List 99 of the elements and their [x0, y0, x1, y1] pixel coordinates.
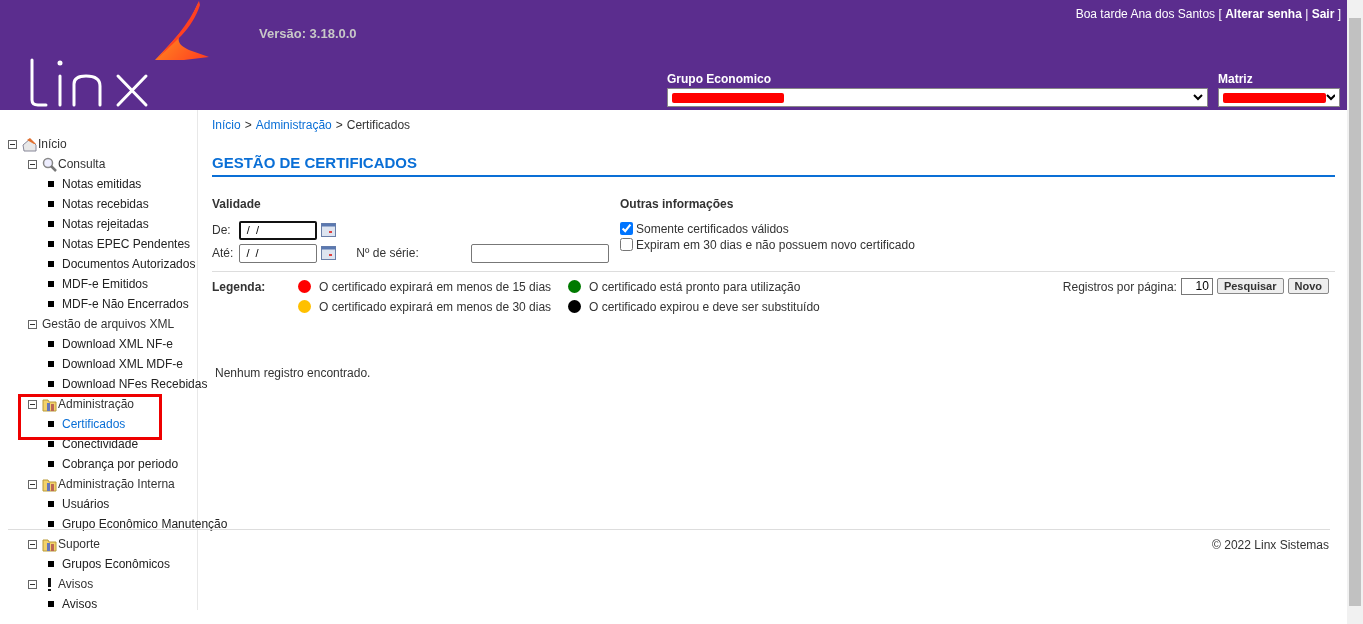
action-button[interactable]: Novo — [1287, 277, 1329, 294]
serial-number-field[interactable] — [470, 243, 609, 263]
bullet-icon — [48, 501, 54, 507]
tree-group-label[interactable]: Início — [38, 135, 67, 153]
page-title: GESTÃO DE CERTIFICADOS — [212, 152, 1335, 177]
collapse-toggle[interactable] — [28, 319, 37, 329]
folder-icon — [42, 536, 57, 552]
calendar-icon[interactable] — [320, 223, 336, 237]
checkbox[interactable] — [620, 222, 633, 235]
field-label: Nº de série: — [356, 245, 419, 262]
tree-item[interactable]: Notas rejeitadas — [62, 215, 149, 233]
page-size-label: Registros por página: — [1062, 278, 1177, 296]
tree-item[interactable]: MDF-e Emitidos — [62, 275, 148, 293]
page-size-field[interactable]: 10 — [1180, 277, 1213, 295]
folder-icon — [42, 396, 57, 412]
bullet-icon — [48, 461, 54, 467]
section-heading: Validade — [212, 195, 262, 213]
breadcrumb-link[interactable]: Início — [212, 118, 241, 132]
chevron-icon — [1193, 94, 1203, 101]
tree-group-label[interactable]: Consulta — [58, 155, 106, 173]
separator-text: | — [1304, 7, 1310, 21]
scrollbar-thumb[interactable] — [1349, 18, 1361, 606]
legend-label: Legenda: — [212, 278, 267, 296]
search-icon — [42, 156, 57, 172]
collapse-toggle[interactable] — [28, 159, 37, 169]
bullet-icon — [48, 601, 54, 607]
tree-item[interactable]: Notas recebidas — [62, 195, 149, 213]
date-field[interactable]: / / — [239, 243, 318, 263]
folder-icon — [42, 476, 57, 492]
tree-item[interactable]: Download XML NF-e — [62, 335, 173, 353]
bullet-icon — [48, 341, 54, 347]
bullet-icon — [48, 441, 54, 447]
bullet-icon — [48, 361, 54, 367]
tree-item[interactable]: Usuários — [62, 495, 110, 513]
tree-group-label[interactable]: Suporte — [58, 535, 101, 553]
select-label: Grupo Economico — [667, 71, 772, 88]
tree-item[interactable]: Grupos Econômicos — [62, 555, 171, 573]
checkbox-label: Somente certificados válidos — [636, 220, 789, 238]
header-link[interactable]: Alterar senha — [1225, 7, 1302, 21]
bracket-text: ] — [1336, 7, 1341, 21]
tree-group-label[interactable]: Gestão de arquivos XML — [42, 315, 175, 333]
footer-text: © 2022 Linx Sistemas — [1212, 537, 1329, 554]
tree-item[interactable]: MDF-e Não Encerrados — [62, 295, 189, 313]
collapse-toggle[interactable] — [28, 579, 37, 589]
date-field[interactable]: / / — [238, 220, 317, 240]
bullet-icon — [48, 381, 54, 387]
breadcrumb-link[interactable]: Administração — [255, 118, 332, 132]
select-field[interactable] — [1218, 88, 1340, 107]
field-label: De: — [212, 222, 231, 239]
bullet-icon — [48, 181, 54, 187]
legend-text: O certificado está pronto para utilização — [589, 278, 801, 296]
bullet-icon — [48, 561, 54, 567]
select-label: Matriz — [1218, 71, 1254, 88]
breadcrumb-separator: > — [244, 118, 252, 132]
tree-item[interactable]: Notas emitidas — [62, 175, 142, 193]
tree-group-label[interactable]: Administração — [58, 395, 135, 413]
bullet-icon — [48, 281, 54, 287]
bullet-icon — [48, 521, 54, 527]
checkbox-label: Expiram em 30 dias e não possuem novo certificado — [636, 236, 915, 254]
action-button[interactable]: Pesquisar — [1216, 277, 1284, 294]
legend-text: O certificado expirará em menos de 15 dias — [319, 278, 552, 296]
collapse-toggle[interactable] — [28, 479, 37, 489]
section-heading: Outras informações — [620, 195, 735, 213]
greeting-text: Boa tarde Ana dos Santos — [1075, 7, 1217, 21]
collapse-toggle[interactable] — [28, 399, 37, 409]
tree-group-label[interactable]: Avisos — [58, 575, 94, 593]
house-icon — [22, 136, 37, 152]
calendar-icon[interactable] — [321, 246, 337, 260]
select-field[interactable] — [667, 88, 1208, 107]
tree-item[interactable]: Documentos Autorizados — [62, 255, 196, 273]
bullet-icon — [48, 301, 54, 307]
legend-text: O certificado expirou e deve ser substituído — [589, 298, 820, 316]
bullet-icon — [48, 221, 54, 227]
field-label: Até: — [212, 245, 234, 262]
chevron-icon — [1325, 94, 1335, 101]
tree-item[interactable]: Notas EPEC Pendentes — [62, 235, 191, 253]
collapse-toggle[interactable] — [28, 539, 37, 549]
tree-item[interactable]: Avisos — [62, 595, 98, 613]
bullet-icon — [48, 421, 54, 427]
bullet-icon — [48, 261, 54, 267]
tree-item[interactable]: Grupo Econômico Manutenção — [62, 515, 228, 533]
header-link[interactable]: Sair — [1311, 7, 1335, 21]
tree-group-label[interactable]: Administração Interna — [58, 475, 175, 493]
version-text: Versão: 3.18.0.0 — [259, 25, 357, 43]
tree-item[interactable]: Cobrança por periodo — [62, 455, 179, 473]
tree-item[interactable]: Download XML MDF-e — [62, 355, 183, 373]
breadcrumb-separator: > — [335, 118, 343, 132]
tree-item[interactable]: Certificados — [62, 415, 126, 433]
scrollbar[interactable] — [1347, 0, 1363, 624]
bullet-icon — [48, 241, 54, 247]
empty-message: Nenhum registro encontrado. — [215, 364, 372, 382]
bracket-text: [ — [1218, 7, 1223, 21]
legend-text: O certificado expirará em menos de 30 dias — [319, 298, 552, 316]
breadcrumb-current: Certificados — [346, 118, 411, 132]
tree-item[interactable]: Download NFes Recebidas — [62, 375, 208, 393]
tree-item[interactable]: Conectividade — [62, 435, 139, 453]
checkbox[interactable] — [620, 238, 633, 251]
bullet-icon — [48, 201, 54, 207]
collapse-toggle[interactable] — [8, 139, 17, 149]
